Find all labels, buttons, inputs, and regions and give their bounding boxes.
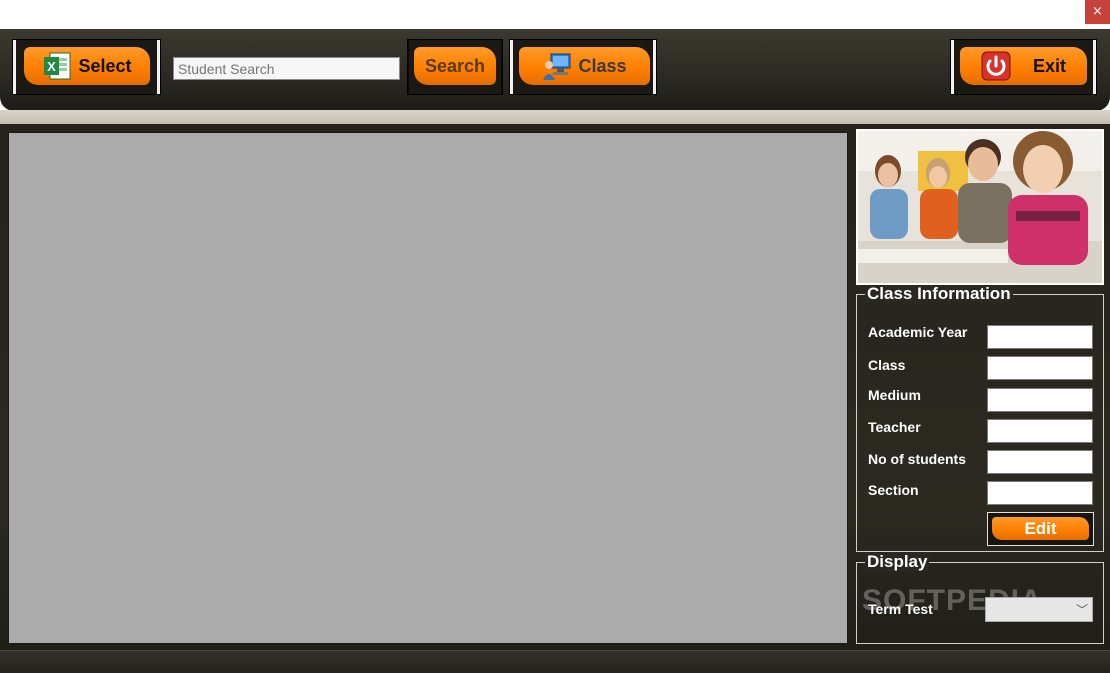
- toolbar-divider: [0, 110, 1110, 124]
- computer-user-icon: [542, 51, 572, 81]
- class-label: Class: [578, 55, 627, 76]
- power-icon: [981, 51, 1011, 81]
- classroom-photo: [856, 129, 1104, 285]
- class-label-field: Class: [868, 357, 906, 373]
- no-of-students-field[interactable]: [987, 450, 1093, 474]
- close-button[interactable]: ×: [1085, 0, 1110, 24]
- search-label: Search: [424, 55, 486, 76]
- excel-icon: X: [42, 51, 72, 81]
- student-search-input[interactable]: [173, 57, 400, 80]
- class-field[interactable]: [987, 356, 1093, 380]
- academic-year-label: Academic Year: [868, 324, 968, 340]
- display-title: Display: [865, 552, 930, 571]
- section-label: Section: [868, 482, 919, 498]
- class-information-title: Class Information: [865, 284, 1013, 303]
- edit-button[interactable]: Edit: [992, 517, 1089, 540]
- teacher-field[interactable]: [987, 419, 1093, 443]
- medium-field[interactable]: [987, 388, 1093, 412]
- edit-button-frame: Edit: [987, 512, 1094, 546]
- chevron-down-icon: ﹀: [1075, 603, 1088, 617]
- select-label: Select: [78, 55, 132, 76]
- class-button-frame: Class: [509, 39, 657, 95]
- exit-button-frame: Exit: [950, 39, 1097, 95]
- student-data-grid[interactable]: [8, 132, 848, 644]
- academic-year-field[interactable]: [987, 325, 1093, 349]
- search-button[interactable]: Search: [414, 47, 496, 85]
- title-bar: [0, 0, 1110, 28]
- no-of-students-label: No of students: [868, 451, 966, 467]
- exit-button[interactable]: Exit: [960, 47, 1087, 85]
- select-button-frame: X Select: [12, 39, 161, 95]
- medium-label: Medium: [868, 387, 921, 403]
- select-button[interactable]: X Select: [24, 47, 150, 85]
- search-button-frame: Search: [407, 39, 503, 95]
- status-bar: [0, 650, 1110, 673]
- section-field[interactable]: [987, 481, 1093, 505]
- exit-label: Exit: [1032, 55, 1066, 76]
- svg-text:X: X: [48, 59, 57, 74]
- term-test-label: Term Test: [868, 601, 933, 617]
- term-test-select[interactable]: ﹀: [985, 597, 1093, 622]
- teacher-label: Teacher: [868, 419, 921, 435]
- class-button[interactable]: Class: [519, 47, 650, 85]
